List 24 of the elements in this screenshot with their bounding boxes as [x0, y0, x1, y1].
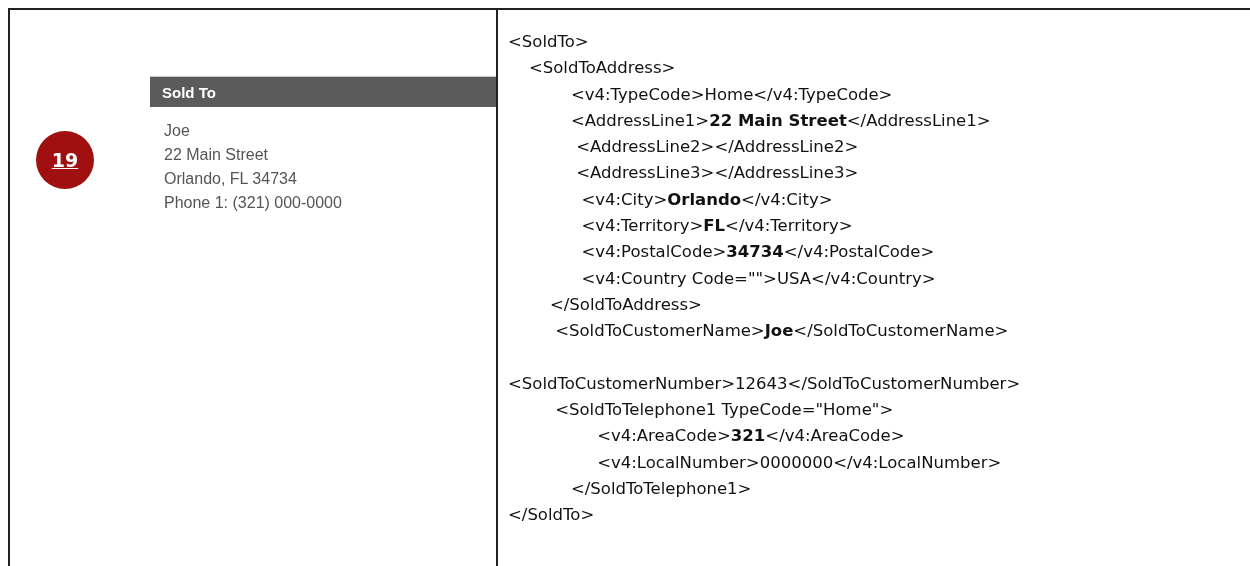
xml-code-line: <v4:City>Orlando</v4:City>	[580, 188, 833, 211]
xml-code-line: <SoldTo>	[508, 31, 589, 53]
xml-code-line: </SoldTo>	[508, 504, 595, 527]
address-line: 22 Main Street	[164, 145, 269, 165]
xml-code-line: <v4:Territory>FL</v4:Territory>	[580, 215, 853, 238]
xml-code-line: </SoldToTelephone1>	[569, 478, 752, 501]
xml-code-line: <AddressLine1>22 Main Street</AddressLine1>	[569, 109, 991, 132]
xml-code-line: <SoldToCustomerNumber>12643</SoldToCustomerNumber>	[508, 372, 1021, 395]
xml-code-line: <SoldToCustomerName>Joe</SoldToCustomerName>	[554, 320, 1009, 343]
address-line: Joe	[164, 121, 190, 141]
step-number-badge: 19	[36, 131, 94, 189]
xml-code-line: <SoldToTelephone1 TypeCode="Home">	[554, 399, 894, 422]
section-header: Sold To	[150, 76, 496, 107]
xml-code-line: <SoldToAddress>	[527, 57, 676, 80]
address-line: Phone 1: (321) 000-0000	[164, 193, 342, 213]
xml-code-line: <v4:LocalNumber>0000000</v4:LocalNumber>	[596, 451, 1002, 474]
xml-code-line: <v4:PostalCode>34734</v4:PostalCode>	[580, 241, 935, 264]
xml-code-line: <AddressLine2></AddressLine2>	[575, 136, 859, 159]
xml-code-line: <v4:AreaCode>321</v4:AreaCode>	[596, 425, 905, 448]
xml-code-line: <AddressLine3></AddressLine3>	[575, 162, 859, 185]
xml-code-line: <v4:TypeCode>Home</v4:TypeCode>	[569, 83, 893, 106]
xml-code-line: <v4:Country Code="">USA</v4:Country>	[580, 267, 936, 290]
xml-code-line: </SoldToAddress>	[548, 293, 702, 316]
address-line: Orlando, FL 34734	[164, 169, 297, 189]
